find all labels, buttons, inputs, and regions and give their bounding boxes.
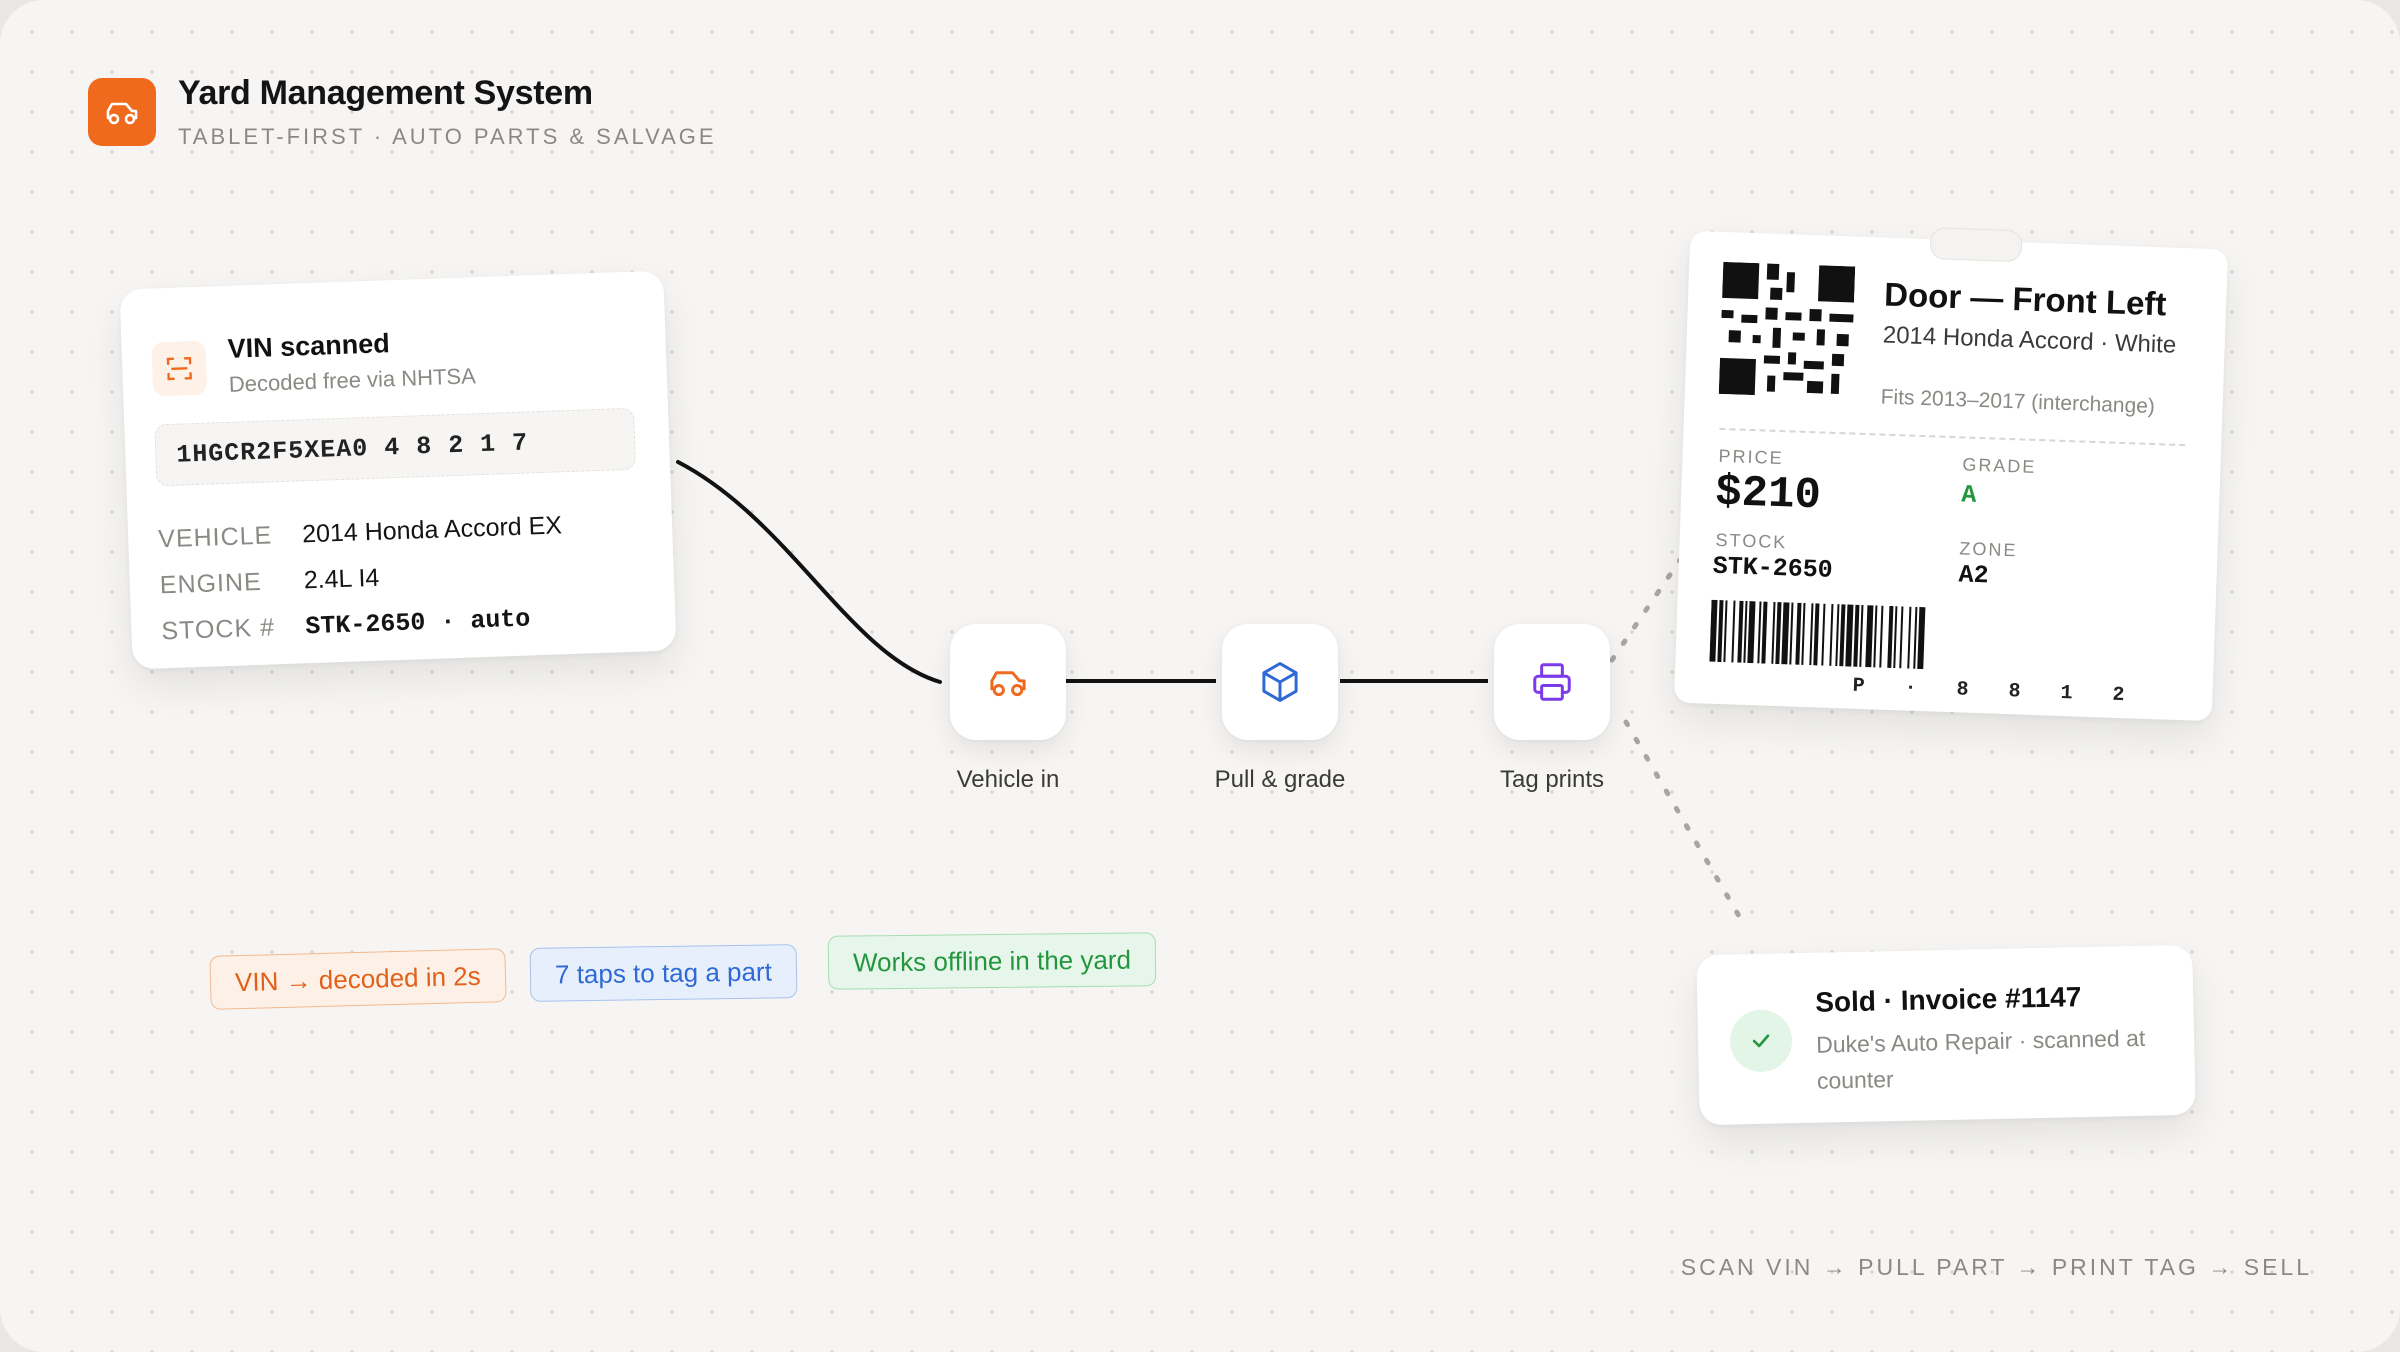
app-logo	[88, 78, 156, 146]
barcode-bar	[1761, 601, 1768, 664]
barcode-bar	[1835, 604, 1840, 667]
barcode-bar	[1781, 602, 1790, 665]
car-icon	[106, 102, 138, 125]
price-label: PRICE	[1718, 445, 1784, 469]
barcode-bar	[1795, 602, 1802, 665]
step-label-tag-prints: Tag prints	[1499, 766, 1605, 793]
spec-key: ENGINE	[159, 567, 263, 599]
part-name: Door — Front Left	[1883, 275, 2168, 323]
barcode-bar	[1747, 601, 1756, 664]
sold-subtitle: Duke's Auto Repair · scanned at counter	[1815, 1024, 2146, 1094]
barcode-bar	[1743, 600, 1748, 663]
barcode-bar	[1859, 604, 1864, 667]
barcode-bar	[1893, 606, 1898, 669]
vin-card-subtitle: Decoded free via NHTSA	[228, 363, 477, 397]
spec-value: 2014 Honda Accord EX	[301, 510, 563, 548]
check-icon	[1729, 1009, 1793, 1073]
zone-value: A2	[1958, 560, 1990, 591]
barcode-bar	[1887, 605, 1894, 669]
barcode-bar	[1917, 606, 1926, 670]
spec-key: VEHICLE	[157, 520, 273, 553]
barcode-bar	[1731, 600, 1736, 663]
price-value: $210	[1714, 467, 1822, 522]
part-fitment: Fits 2013–2017 (interchange)	[1880, 385, 2156, 419]
stock-value: STK-2650	[1712, 551, 1834, 585]
scan-icon	[151, 340, 208, 397]
spec-value: STK-2650 · auto	[304, 603, 531, 641]
barcode-bar	[1821, 603, 1826, 666]
vin-number-field: 1HGCR2F5XEA0 4 8 2 1 7	[154, 407, 637, 487]
sold-title: Sold · Invoice #1147	[1814, 981, 2082, 1018]
step-pull-grade[interactable]	[1222, 624, 1338, 740]
barcode-bar	[1809, 603, 1814, 666]
barcode-bar	[1717, 599, 1724, 663]
barcode-bar	[1723, 600, 1728, 663]
step-vehicle-in[interactable]	[950, 624, 1066, 740]
barcode	[1709, 599, 1926, 670]
printer-icon	[1533, 663, 1571, 701]
grade-value: A	[1960, 480, 1977, 510]
tag-divider	[1719, 427, 2186, 447]
car-icon	[990, 671, 1026, 697]
barcode-bar	[1709, 599, 1718, 662]
vin-scanned-card[interactable]: VIN scanned Decoded free via NHTSA 1HGCR…	[119, 270, 677, 670]
vehicle-spec-list: VEHICLE 2014 Honda Accord EX ENGINE 2.4L…	[157, 502, 565, 654]
sold-invoice-card[interactable]: Sold · Invoice #1147 Duke's Auto Repair …	[1696, 944, 2196, 1126]
stock-label: STOCK	[1715, 529, 1788, 553]
box-icon	[1262, 662, 1298, 702]
qr-code	[1718, 261, 1856, 396]
step-label-pull-grade: Pull & grade	[1214, 766, 1346, 793]
tag-hang-hole	[1929, 227, 2023, 263]
barcode-bar	[1775, 602, 1782, 665]
canvas: Yard Management System TABLET-FIRST · AU…	[0, 0, 2400, 1352]
workflow-footer: SCAN VIN → PULL PART → PRINT TAG → SELL	[1680, 1254, 2312, 1280]
tag-to-label-dotted-connector	[1609, 557, 1683, 663]
step-tag-prints[interactable]	[1494, 624, 1610, 740]
barcode-bar	[1873, 605, 1878, 668]
barcode-bar	[1879, 605, 1884, 668]
pill-taps-to-tag: 7 taps to tag a part	[529, 944, 798, 1002]
app-title: Yard Management System	[178, 74, 593, 112]
barcode-bar	[1865, 605, 1874, 668]
barcode-bar	[1839, 604, 1846, 667]
part-tag-label[interactable]: Door — Front Left 2014 Honda Accord · Wh…	[1673, 227, 2229, 722]
pill-works-offline: Works offline in the yard	[827, 932, 1157, 990]
pill-vin-decoded: VIN → decoded in 2s	[209, 948, 507, 1010]
vin-to-vehicle-connector	[676, 460, 942, 684]
vin-card-title: VIN scanned	[227, 328, 391, 364]
spec-value: 2.4L I4	[303, 563, 380, 594]
barcode-number: P · 8 8 1 2	[1852, 674, 2139, 708]
barcode-bar	[1845, 604, 1854, 667]
barcode-bar	[1899, 606, 1904, 669]
barcode-bar	[1757, 601, 1762, 664]
grade-label: GRADE	[1962, 454, 2037, 477]
step-label-vehicle-in: Vehicle in	[956, 766, 1060, 793]
barcode-bar	[1853, 604, 1860, 667]
barcode-bar	[1771, 601, 1776, 664]
zone-label: ZONE	[1959, 538, 2018, 561]
app-subtitle: TABLET-FIRST · AUTO PARTS & SALVAGE	[178, 124, 717, 149]
barcode-bar	[1829, 603, 1834, 666]
barcode-bar	[1813, 603, 1820, 666]
barcode-bar	[1737, 600, 1744, 663]
tag-to-sold-dotted-connector	[1623, 719, 1749, 931]
barcode-bar	[1801, 602, 1806, 665]
part-vehicle: 2014 Honda Accord · White	[1882, 321, 2177, 359]
barcode-bar	[1913, 606, 1918, 669]
barcode-bar	[1907, 606, 1912, 669]
spec-key: STOCK #	[160, 612, 276, 645]
barcode-bar	[1789, 602, 1794, 665]
